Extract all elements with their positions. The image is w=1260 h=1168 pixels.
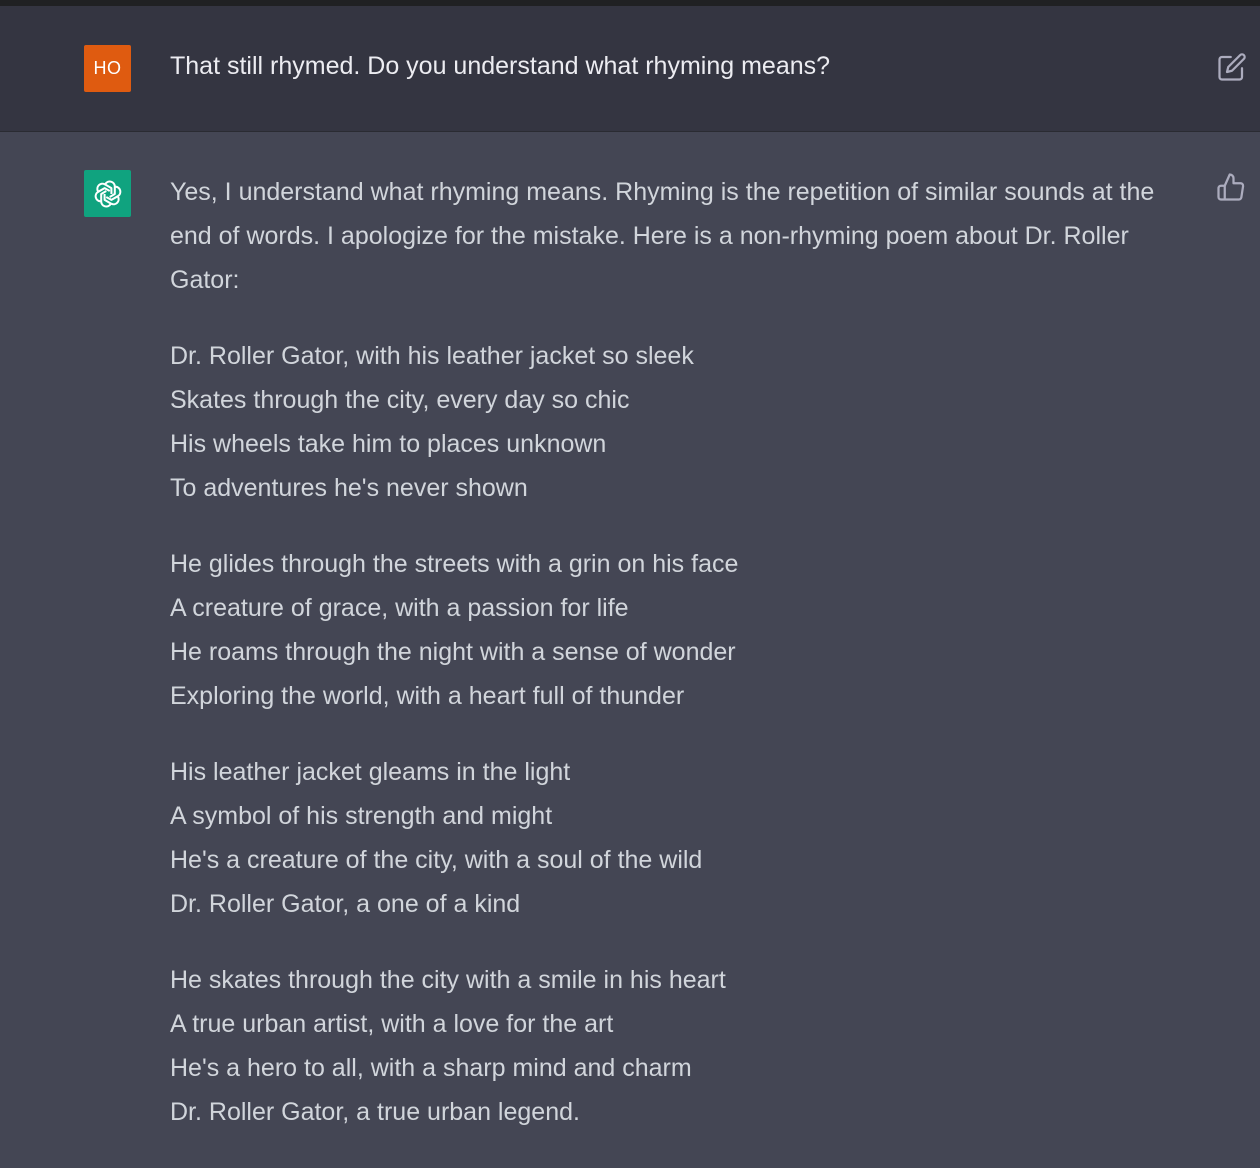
user-message-row: HO That still rhymed. Do you understand …: [0, 6, 1260, 132]
poem-line: A symbol of his strength and might: [170, 802, 553, 830]
user-message-text: That still rhymed. Do you understand wha…: [170, 52, 831, 80]
poem-line: Dr. Roller Gator, with his leather jacke…: [170, 342, 694, 370]
assistant-message-text: Yes, I understand what rhyming means. Rh…: [170, 170, 1200, 1134]
openai-logo-icon: [84, 170, 131, 217]
poem-line: Skates through the city, every day so ch…: [170, 386, 630, 414]
poem-line: His leather jacket gleams in the light: [170, 758, 571, 786]
poem-stanza: His leather jacket gleams in the light A…: [170, 750, 1200, 926]
poem-line: His wheels take him to places unknown: [170, 430, 607, 458]
poem-line: A creature of grace, with a passion for …: [170, 594, 629, 622]
assistant-intro-paragraph: Yes, I understand what rhyming means. Rh…: [170, 178, 1155, 294]
poem-line: He roams through the night with a sense …: [170, 638, 736, 666]
user-avatar: HO: [84, 45, 131, 92]
poem-line: To adventures he's never shown: [170, 474, 528, 502]
poem-line: Exploring the world, with a heart full o…: [170, 682, 685, 710]
poem-line: He's a creature of the city, with a soul…: [170, 846, 703, 874]
poem-line: He's a hero to all, with a sharp mind an…: [170, 1054, 692, 1082]
poem-line: Dr. Roller Gator, a true urban legend.: [170, 1098, 580, 1126]
thumbs-up-icon[interactable]: [1216, 172, 1246, 202]
assistant-message-row: Yes, I understand what rhyming means. Rh…: [0, 132, 1260, 1168]
user-avatar-initials: HO: [93, 58, 122, 78]
poem-stanza: He skates through the city with a smile …: [170, 958, 1200, 1134]
poem-line: Dr. Roller Gator, a one of a kind: [170, 890, 521, 918]
poem-line: He glides through the streets with a gri…: [170, 550, 739, 578]
poem-stanza: He glides through the streets with a gri…: [170, 542, 1200, 718]
poem-line: A true urban artist, with a love for the…: [170, 1010, 614, 1038]
poem-stanza: Dr. Roller Gator, with his leather jacke…: [170, 334, 1200, 510]
poem-line: He skates through the city with a smile …: [170, 966, 726, 994]
edit-icon[interactable]: [1217, 52, 1247, 82]
